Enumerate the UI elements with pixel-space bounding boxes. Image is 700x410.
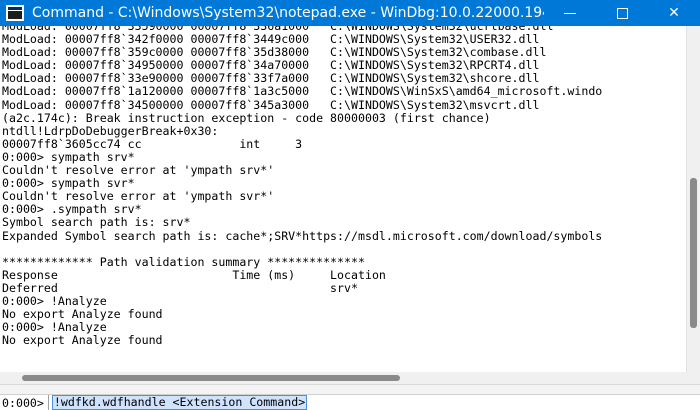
output-line: ModLoad: 00007ff8`33e90000 00007ff8`33f7… (2, 72, 540, 86)
horizontal-scroll-thumb[interactable] (22, 375, 400, 381)
minimize-button[interactable] (544, 0, 596, 26)
output-line: No export Analyze found (2, 308, 163, 322)
output-line: Couldn't resolve error at 'ympath svr*' (2, 190, 275, 204)
output-line: 0:000> sympath srv* (2, 150, 135, 164)
close-button[interactable]: ✕ (648, 0, 700, 26)
maximize-icon (616, 7, 628, 19)
output-line: No export Analyze found (2, 334, 163, 348)
command-window-icon (6, 5, 24, 21)
horizontal-scrollbar[interactable] (0, 372, 700, 384)
output-line: ModLoad: 00007ff8`1a120000 00007ff8`1a3c… (2, 85, 603, 99)
output-line: Expanded Symbol search path is: cache*;S… (2, 229, 603, 243)
maximize-button[interactable] (596, 0, 648, 26)
output-line: Couldn't resolve error at 'ympath srv*' (2, 164, 275, 178)
output-line: ModLoad: 00007ff8`342f0000 00007ff8`3449… (2, 33, 540, 47)
output-line: 0:000> .sympath srv* (2, 203, 142, 217)
output-line: 00007ff8`3605cc74 cc int 3 (2, 137, 303, 151)
close-icon: ✕ (668, 5, 680, 21)
command-input[interactable]: !wdfkd.wdfhandle <Extension Command> (51, 395, 308, 410)
output-line: ModLoad: 00007ff8`34500000 00007ff8`345a… (2, 98, 540, 112)
command-bar: 0:000> !wdfkd.wdfhandle <Extension Comma… (0, 394, 700, 410)
vertical-scroll-thumb[interactable] (690, 178, 697, 328)
output-line: Symbol search path is: srv* (2, 216, 191, 230)
pane-splitter[interactable] (0, 384, 700, 394)
output-line: 0:000> !Analyze (2, 321, 107, 335)
output-line: ************* Path validation summary **… (2, 255, 365, 269)
output-line: 0:000> sympath svr* (2, 177, 135, 191)
output-line: Deferred srv* (2, 281, 358, 295)
output-line: ModLoad: 00007ff8`33590000 00007ff8`336a… (2, 26, 554, 33)
output-line: (a2c.174c): Break instruction exception … (2, 111, 491, 125)
output-line: ModLoad: 00007ff8`359c0000 00007ff8`35d3… (2, 46, 547, 60)
window-title: Command - C:\Windows\System32\notepad.ex… (32, 5, 544, 21)
vertical-scrollbar[interactable] (686, 26, 700, 372)
minimize-icon (564, 12, 576, 14)
command-output-area[interactable]: ModLoad: 00007ff8`33590000 00007ff8`336a… (0, 26, 686, 372)
command-output: ModLoad: 00007ff8`33590000 00007ff8`336a… (0, 26, 686, 347)
output-line: Response Time (ms) Location (2, 268, 386, 282)
output-line: ntdll!LdrpDoDebuggerBreak+0x30: (2, 124, 219, 138)
command-prompt: 0:000> (0, 394, 49, 410)
output-line: ModLoad: 00007ff8`34950000 00007ff8`34a7… (2, 59, 540, 73)
output-line: 0:000> !Analyze (2, 294, 107, 308)
window-titlebar[interactable]: Command - C:\Windows\System32\notepad.ex… (0, 0, 700, 26)
